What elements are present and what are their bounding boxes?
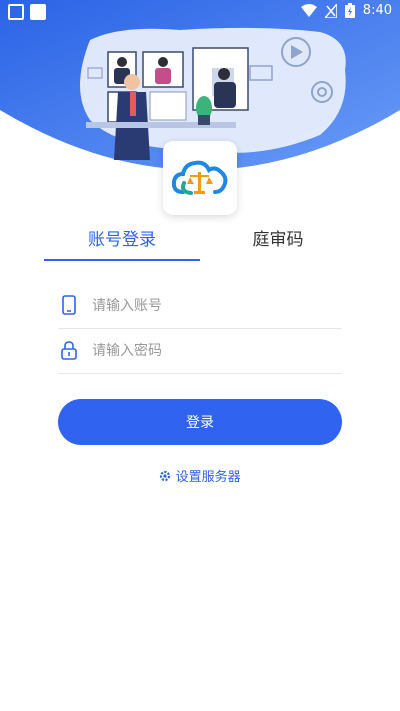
server-settings-link[interactable]: 设置服务器 [0,466,400,485]
image-notification-icon [8,4,24,20]
battery-charging-icon [344,3,355,18]
tab-account-login[interactable]: 账号登录 [44,226,200,262]
phone-icon [62,295,76,315]
password-input[interactable] [90,337,334,365]
active-tab-indicator [44,259,200,261]
status-time: 8:40 [362,3,392,18]
server-settings-label: 设置服务器 [175,470,241,485]
password-field [58,329,342,374]
login-tabs: 账号登录 庭审码 [44,226,356,262]
account-field [58,284,342,329]
cloud-scales-logo-icon [171,160,228,195]
status-bar: 8:40 [0,0,400,24]
tab-trial-code[interactable]: 庭审码 [200,226,356,262]
app-logo [163,141,237,215]
account-input[interactable] [90,292,334,320]
lock-icon [61,341,77,360]
app-notification-icon [30,4,46,20]
no-signal-icon [324,3,337,18]
wifi-icon [300,3,317,17]
login-button[interactable]: 登录 [58,399,342,445]
gear-icon [160,470,171,481]
